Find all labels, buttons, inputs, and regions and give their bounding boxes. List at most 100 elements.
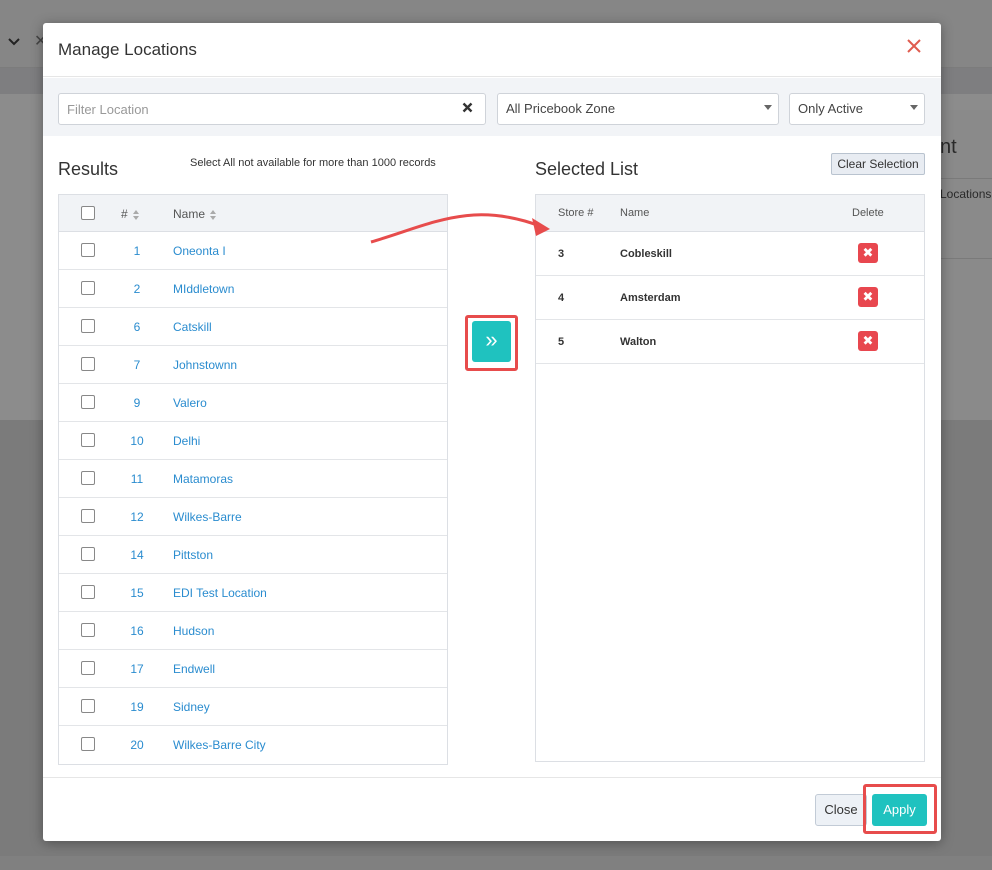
location-name[interactable]: Delhi — [173, 434, 200, 448]
filter-bar: All Pricebook Zone Only Active — [43, 78, 941, 136]
row-checkbox[interactable] — [81, 395, 95, 409]
table-row[interactable]: 14 Pittston — [59, 536, 447, 574]
status-select[interactable]: Only Active — [789, 93, 925, 125]
delete-icon: ✖ — [862, 245, 874, 260]
delete-icon: ✖ — [862, 289, 874, 304]
selected-table-body: 3 Cobleskill ✖ 4 Amsterdam ✖ 5 Walton ✖ — [536, 232, 924, 364]
caret-down-icon — [764, 105, 772, 110]
clear-filter-icon[interactable] — [462, 100, 473, 118]
table-row[interactable]: 20 Wilkes-Barre City — [59, 726, 447, 764]
selected-row: 5 Walton ✖ — [536, 320, 924, 364]
selected-table-header: Store # Name Delete — [536, 195, 924, 232]
table-row[interactable]: 19 Sidney — [59, 688, 447, 726]
location-name[interactable]: MIddletown — [173, 282, 234, 296]
row-checkbox[interactable] — [81, 281, 95, 295]
table-row[interactable]: 17 Endwell — [59, 650, 447, 688]
select-all-checkbox[interactable] — [81, 206, 95, 220]
column-header-delete: Delete — [852, 207, 884, 219]
location-number[interactable]: 15 — [123, 586, 151, 600]
table-row[interactable]: 12 Wilkes-Barre — [59, 498, 447, 536]
location-number[interactable]: 17 — [123, 662, 151, 676]
apply-button[interactable]: Apply — [872, 794, 927, 826]
location-name[interactable]: Hudson — [173, 624, 214, 638]
location-number[interactable]: 11 — [123, 472, 151, 486]
location-name[interactable]: Pittston — [173, 548, 213, 562]
delete-button[interactable]: ✖ — [858, 287, 878, 307]
location-name[interactable]: Johnstownn — [173, 358, 237, 372]
table-row[interactable]: 9 Valero — [59, 384, 447, 422]
close-icon — [907, 39, 921, 53]
selected-store-number: 3 — [558, 248, 565, 260]
location-name[interactable]: Matamoras — [173, 472, 233, 486]
delete-button[interactable]: ✖ — [858, 243, 878, 263]
row-checkbox[interactable] — [81, 357, 95, 371]
location-number[interactable]: 1 — [123, 244, 151, 258]
close-button[interactable]: Close — [815, 794, 867, 826]
column-header-name[interactable]: Name — [173, 207, 217, 221]
row-checkbox[interactable] — [81, 319, 95, 333]
row-checkbox[interactable] — [81, 737, 95, 751]
location-name[interactable]: Wilkes-Barre City — [173, 738, 266, 752]
location-name[interactable]: Catskill — [173, 320, 212, 334]
modal-close-button[interactable] — [905, 37, 923, 57]
selected-row: 4 Amsterdam ✖ — [536, 276, 924, 320]
location-name[interactable]: Oneonta I — [173, 244, 226, 258]
pricebook-zone-select[interactable]: All Pricebook Zone — [497, 93, 779, 125]
row-checkbox[interactable] — [81, 471, 95, 485]
table-row[interactable]: 7 Johnstownn — [59, 346, 447, 384]
location-number[interactable]: 16 — [123, 624, 151, 638]
location-name[interactable]: EDI Test Location — [173, 586, 267, 600]
row-checkbox[interactable] — [81, 623, 95, 637]
results-table-header: # Name — [59, 195, 447, 232]
location-number[interactable]: 10 — [123, 434, 151, 448]
selected-store-name: Walton — [620, 336, 657, 348]
location-name[interactable]: Valero — [173, 396, 207, 410]
row-checkbox[interactable] — [81, 509, 95, 523]
row-checkbox[interactable] — [81, 243, 95, 257]
clear-selection-button[interactable]: Clear Selection — [831, 153, 925, 175]
selected-store-name: Cobleskill — [620, 248, 672, 260]
column-header-store: Store # — [558, 207, 594, 219]
move-selected-button[interactable]: » — [472, 321, 511, 362]
table-row[interactable]: 15 EDI Test Location — [59, 574, 447, 612]
modal-footer: Close Apply — [43, 777, 941, 841]
location-number[interactable]: 2 — [123, 282, 151, 296]
location-name[interactable]: Endwell — [173, 662, 215, 676]
background-card-title: nt — [940, 136, 957, 158]
location-number[interactable]: 20 — [123, 738, 151, 752]
row-checkbox[interactable] — [81, 547, 95, 561]
table-row[interactable]: 16 Hudson — [59, 612, 447, 650]
table-row[interactable]: 11 Matamoras — [59, 460, 447, 498]
filter-location-field[interactable] — [58, 93, 486, 125]
table-row[interactable]: 1 Oneonta I — [59, 232, 447, 270]
delete-icon: ✖ — [862, 333, 874, 348]
location-number[interactable]: 7 — [123, 358, 151, 372]
results-table-body: 1 Oneonta I 2 MIddletown 6 Catskill 7 Johnstown… — [59, 232, 447, 764]
sort-icon — [132, 209, 140, 220]
results-table: # Name 1 Oneonta I 2 MIddletown 6 Catskill 7 Jo… — [58, 194, 448, 765]
location-name[interactable]: Wilkes-Barre — [173, 510, 242, 524]
row-checkbox[interactable] — [81, 661, 95, 675]
delete-button[interactable]: ✖ — [858, 331, 878, 351]
column-header-label: # — [121, 207, 128, 221]
pricebook-zone-value: All Pricebook Zone — [506, 101, 616, 116]
location-number[interactable]: 14 — [123, 548, 151, 562]
selected-store-number: 4 — [558, 292, 565, 304]
location-number[interactable]: 6 — [123, 320, 151, 334]
location-number[interactable]: 12 — [123, 510, 151, 524]
row-checkbox[interactable] — [81, 699, 95, 713]
selected-store-number: 5 — [558, 336, 565, 348]
table-row[interactable]: 10 Delhi — [59, 422, 447, 460]
column-header-number[interactable]: # — [121, 207, 149, 221]
filter-location-input[interactable] — [59, 94, 439, 124]
status-value: Only Active — [798, 101, 864, 116]
row-checkbox[interactable] — [81, 433, 95, 447]
modal-header: Manage Locations — [43, 23, 941, 77]
location-number[interactable]: 9 — [123, 396, 151, 410]
background-card-link: Locations — [940, 187, 992, 201]
location-number[interactable]: 19 — [123, 700, 151, 714]
table-row[interactable]: 6 Catskill — [59, 308, 447, 346]
location-name[interactable]: Sidney — [173, 700, 210, 714]
table-row[interactable]: 2 MIddletown — [59, 270, 447, 308]
row-checkbox[interactable] — [81, 585, 95, 599]
